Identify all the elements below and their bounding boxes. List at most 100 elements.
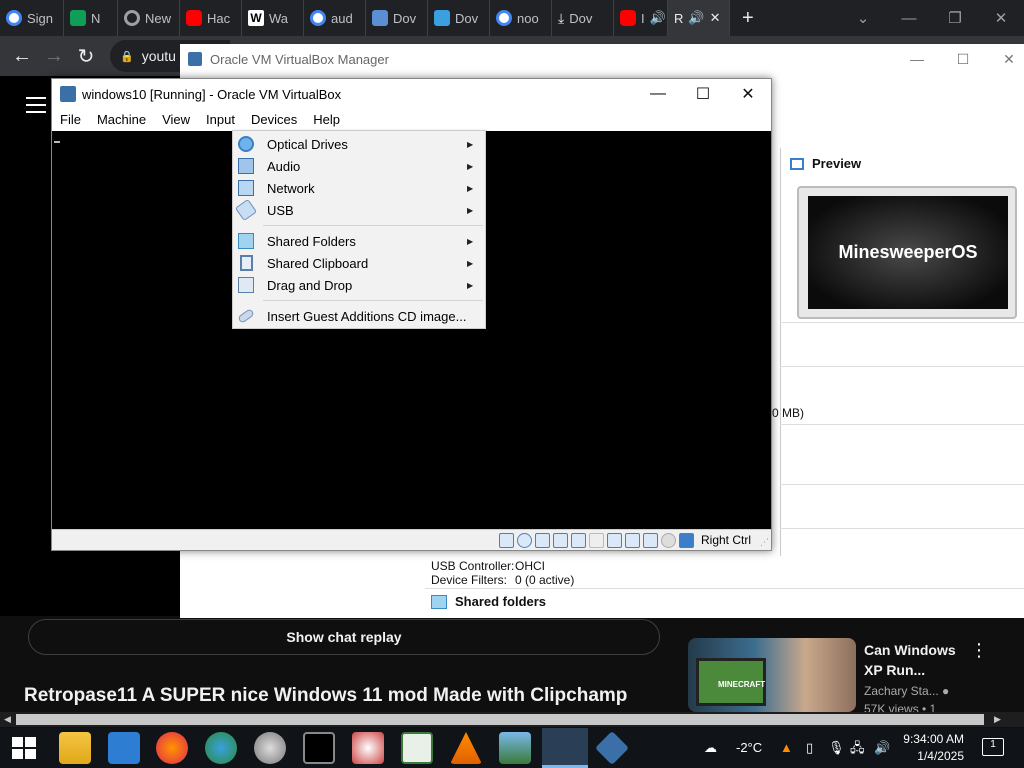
menu-item-shared-folders[interactable]: Shared Folders ▶	[233, 230, 485, 252]
recommended-thumbnail[interactable]: MINECRAFT	[688, 638, 856, 712]
guest-additions-icon	[237, 308, 255, 324]
menu-help[interactable]: Help	[305, 109, 348, 131]
virtualbox-manager-icon[interactable]	[595, 731, 629, 765]
network-tray-icon[interactable]: 🖧	[850, 728, 865, 768]
usb-tray-icon[interactable]: ▯	[806, 728, 813, 768]
close-button[interactable]: ✕	[725, 79, 771, 109]
settings-gear-icon[interactable]	[254, 732, 286, 764]
preview-screen: MinesweeperOS	[808, 196, 1008, 309]
clock[interactable]: 9:34:00 AM 1/4/2025	[892, 731, 964, 765]
tab-search-icon[interactable]: ⌄	[840, 0, 886, 36]
maximize-button[interactable]: ☐	[940, 44, 986, 74]
show-chat-replay-button[interactable]: Show chat replay	[28, 619, 660, 655]
notification-center-icon[interactable]: 1	[982, 738, 1004, 756]
volume-icon[interactable]: 🔊	[874, 728, 890, 768]
menu-separator	[263, 225, 483, 226]
virtualbox-vm-taskbar-icon[interactable]	[542, 728, 588, 768]
windows-start-icon[interactable]	[12, 737, 36, 759]
new-tab-button[interactable]: +	[742, 7, 754, 30]
menu-item-network[interactable]: Network ▶	[233, 177, 485, 199]
horizontal-scrollbar[interactable]: ◀ ▶	[0, 712, 1024, 727]
minimize-button[interactable]: —	[894, 44, 940, 74]
menu-item-usb[interactable]: USB ▶	[233, 198, 485, 222]
recommended-title[interactable]: Can Windows XP Run...	[864, 640, 974, 680]
firefox-icon[interactable]	[156, 732, 188, 764]
hamburger-menu-icon[interactable]	[26, 97, 46, 118]
submenu-arrow-icon: ▶	[467, 183, 474, 193]
menu-item-label: Drag and Drop	[267, 277, 353, 293]
network-icon[interactable]	[552, 532, 568, 548]
recommended-channel[interactable]: Zachary Sta... ●	[864, 684, 949, 698]
download-site-icon	[434, 10, 450, 26]
cpu-icon[interactable]	[642, 532, 658, 548]
tab-label: Dov	[393, 10, 417, 26]
menu-item-insert-guest-additions[interactable]: Insert Guest Additions CD image...	[233, 305, 485, 327]
tab-label: Hac	[207, 10, 231, 26]
text-cursor	[54, 141, 60, 143]
reload-icon[interactable]: ↻	[70, 40, 102, 72]
file-explorer-icon[interactable]	[59, 732, 91, 764]
resize-grip-icon[interactable]: ⋰	[760, 537, 769, 548]
microsoft-store-icon[interactable]	[108, 732, 140, 764]
shared-folder-icon[interactable]	[588, 532, 604, 548]
command-prompt-icon[interactable]	[303, 732, 335, 764]
more-options-icon[interactable]: ⋮	[970, 640, 988, 661]
shared-folders-section[interactable]: Shared folders	[431, 594, 546, 609]
close-button[interactable]: ✕	[986, 44, 1024, 74]
menu-view[interactable]: View	[154, 109, 198, 131]
temperature[interactable]: -2°C	[736, 728, 762, 768]
browser-tab[interactable]: W Wa	[242, 0, 304, 36]
notepad-icon[interactable]	[401, 732, 433, 764]
menu-item-optical-drives[interactable]: Optical Drives ▶	[233, 133, 485, 155]
close-button[interactable]: ✕	[978, 0, 1024, 36]
browser-tab[interactable]: noo	[490, 0, 552, 36]
shared-folder-icon	[238, 233, 254, 249]
back-icon[interactable]: ←	[6, 40, 38, 72]
menu-item-audio[interactable]: Audio ▶	[233, 155, 485, 177]
menu-file[interactable]: File	[52, 109, 89, 131]
mouse-integration-icon[interactable]	[660, 532, 676, 548]
minimize-button[interactable]: —	[886, 0, 932, 36]
hard-disk-icon[interactable]	[498, 532, 514, 548]
browser-tab[interactable]: Dov	[366, 0, 428, 36]
close-tab-icon[interactable]: ✕	[710, 10, 721, 26]
menu-machine[interactable]: Machine	[89, 109, 154, 131]
audio-icon[interactable]	[534, 532, 550, 548]
browser-tab[interactable]: I 🔊	[614, 0, 668, 36]
vlc-icon[interactable]	[450, 732, 482, 764]
menu-input[interactable]: Input	[198, 109, 243, 131]
usb-icon[interactable]	[570, 532, 586, 548]
recording-icon[interactable]	[624, 532, 640, 548]
scrollbar-thumb[interactable]	[16, 714, 984, 725]
snipping-tool-icon[interactable]	[352, 732, 384, 764]
browser-tab-active[interactable]: R 🔊 ✕	[668, 0, 730, 36]
browser-tab[interactable]: Sign	[0, 0, 64, 36]
browser-tab[interactable]: New	[118, 0, 180, 36]
audio-icon	[238, 158, 254, 174]
optical-disc-icon[interactable]	[516, 532, 532, 548]
scroll-right-icon[interactable]: ▶	[994, 712, 1001, 727]
display-icon[interactable]	[606, 532, 622, 548]
preview-label: Preview	[812, 156, 862, 171]
browser-tab[interactable]: Hac	[180, 0, 242, 36]
menu-devices[interactable]: Devices	[243, 109, 305, 131]
keyboard-capture-icon[interactable]	[678, 532, 694, 548]
scroll-left-icon[interactable]: ◀	[4, 712, 11, 727]
globe-browser-icon[interactable]	[205, 732, 237, 764]
photos-icon[interactable]	[499, 732, 531, 764]
browser-tab[interactable]: aud	[304, 0, 366, 36]
verified-icon: ●	[942, 684, 950, 698]
microphone-icon[interactable]: 🎙	[828, 728, 845, 768]
weather-icon[interactable]: ☁	[704, 728, 717, 768]
vlc-tray-icon[interactable]: ▲	[780, 728, 793, 768]
restore-button[interactable]: ❐	[932, 0, 978, 36]
maximize-button[interactable]: ☐	[680, 79, 726, 109]
devices-dropdown-menu: Optical Drives ▶ Audio ▶ Network ▶ USB ▶…	[232, 130, 486, 329]
menu-item-shared-clipboard[interactable]: Shared Clipboard ▶	[233, 252, 485, 274]
forward-icon[interactable]: →	[38, 40, 70, 72]
browser-tab[interactable]: Dov	[428, 0, 490, 36]
browser-tab[interactable]: N	[64, 0, 118, 36]
minimize-button[interactable]: —	[635, 79, 681, 109]
browser-tab[interactable]: ⤓ Dov	[552, 0, 614, 36]
menu-item-drag-and-drop[interactable]: Drag and Drop ▶	[233, 274, 485, 296]
